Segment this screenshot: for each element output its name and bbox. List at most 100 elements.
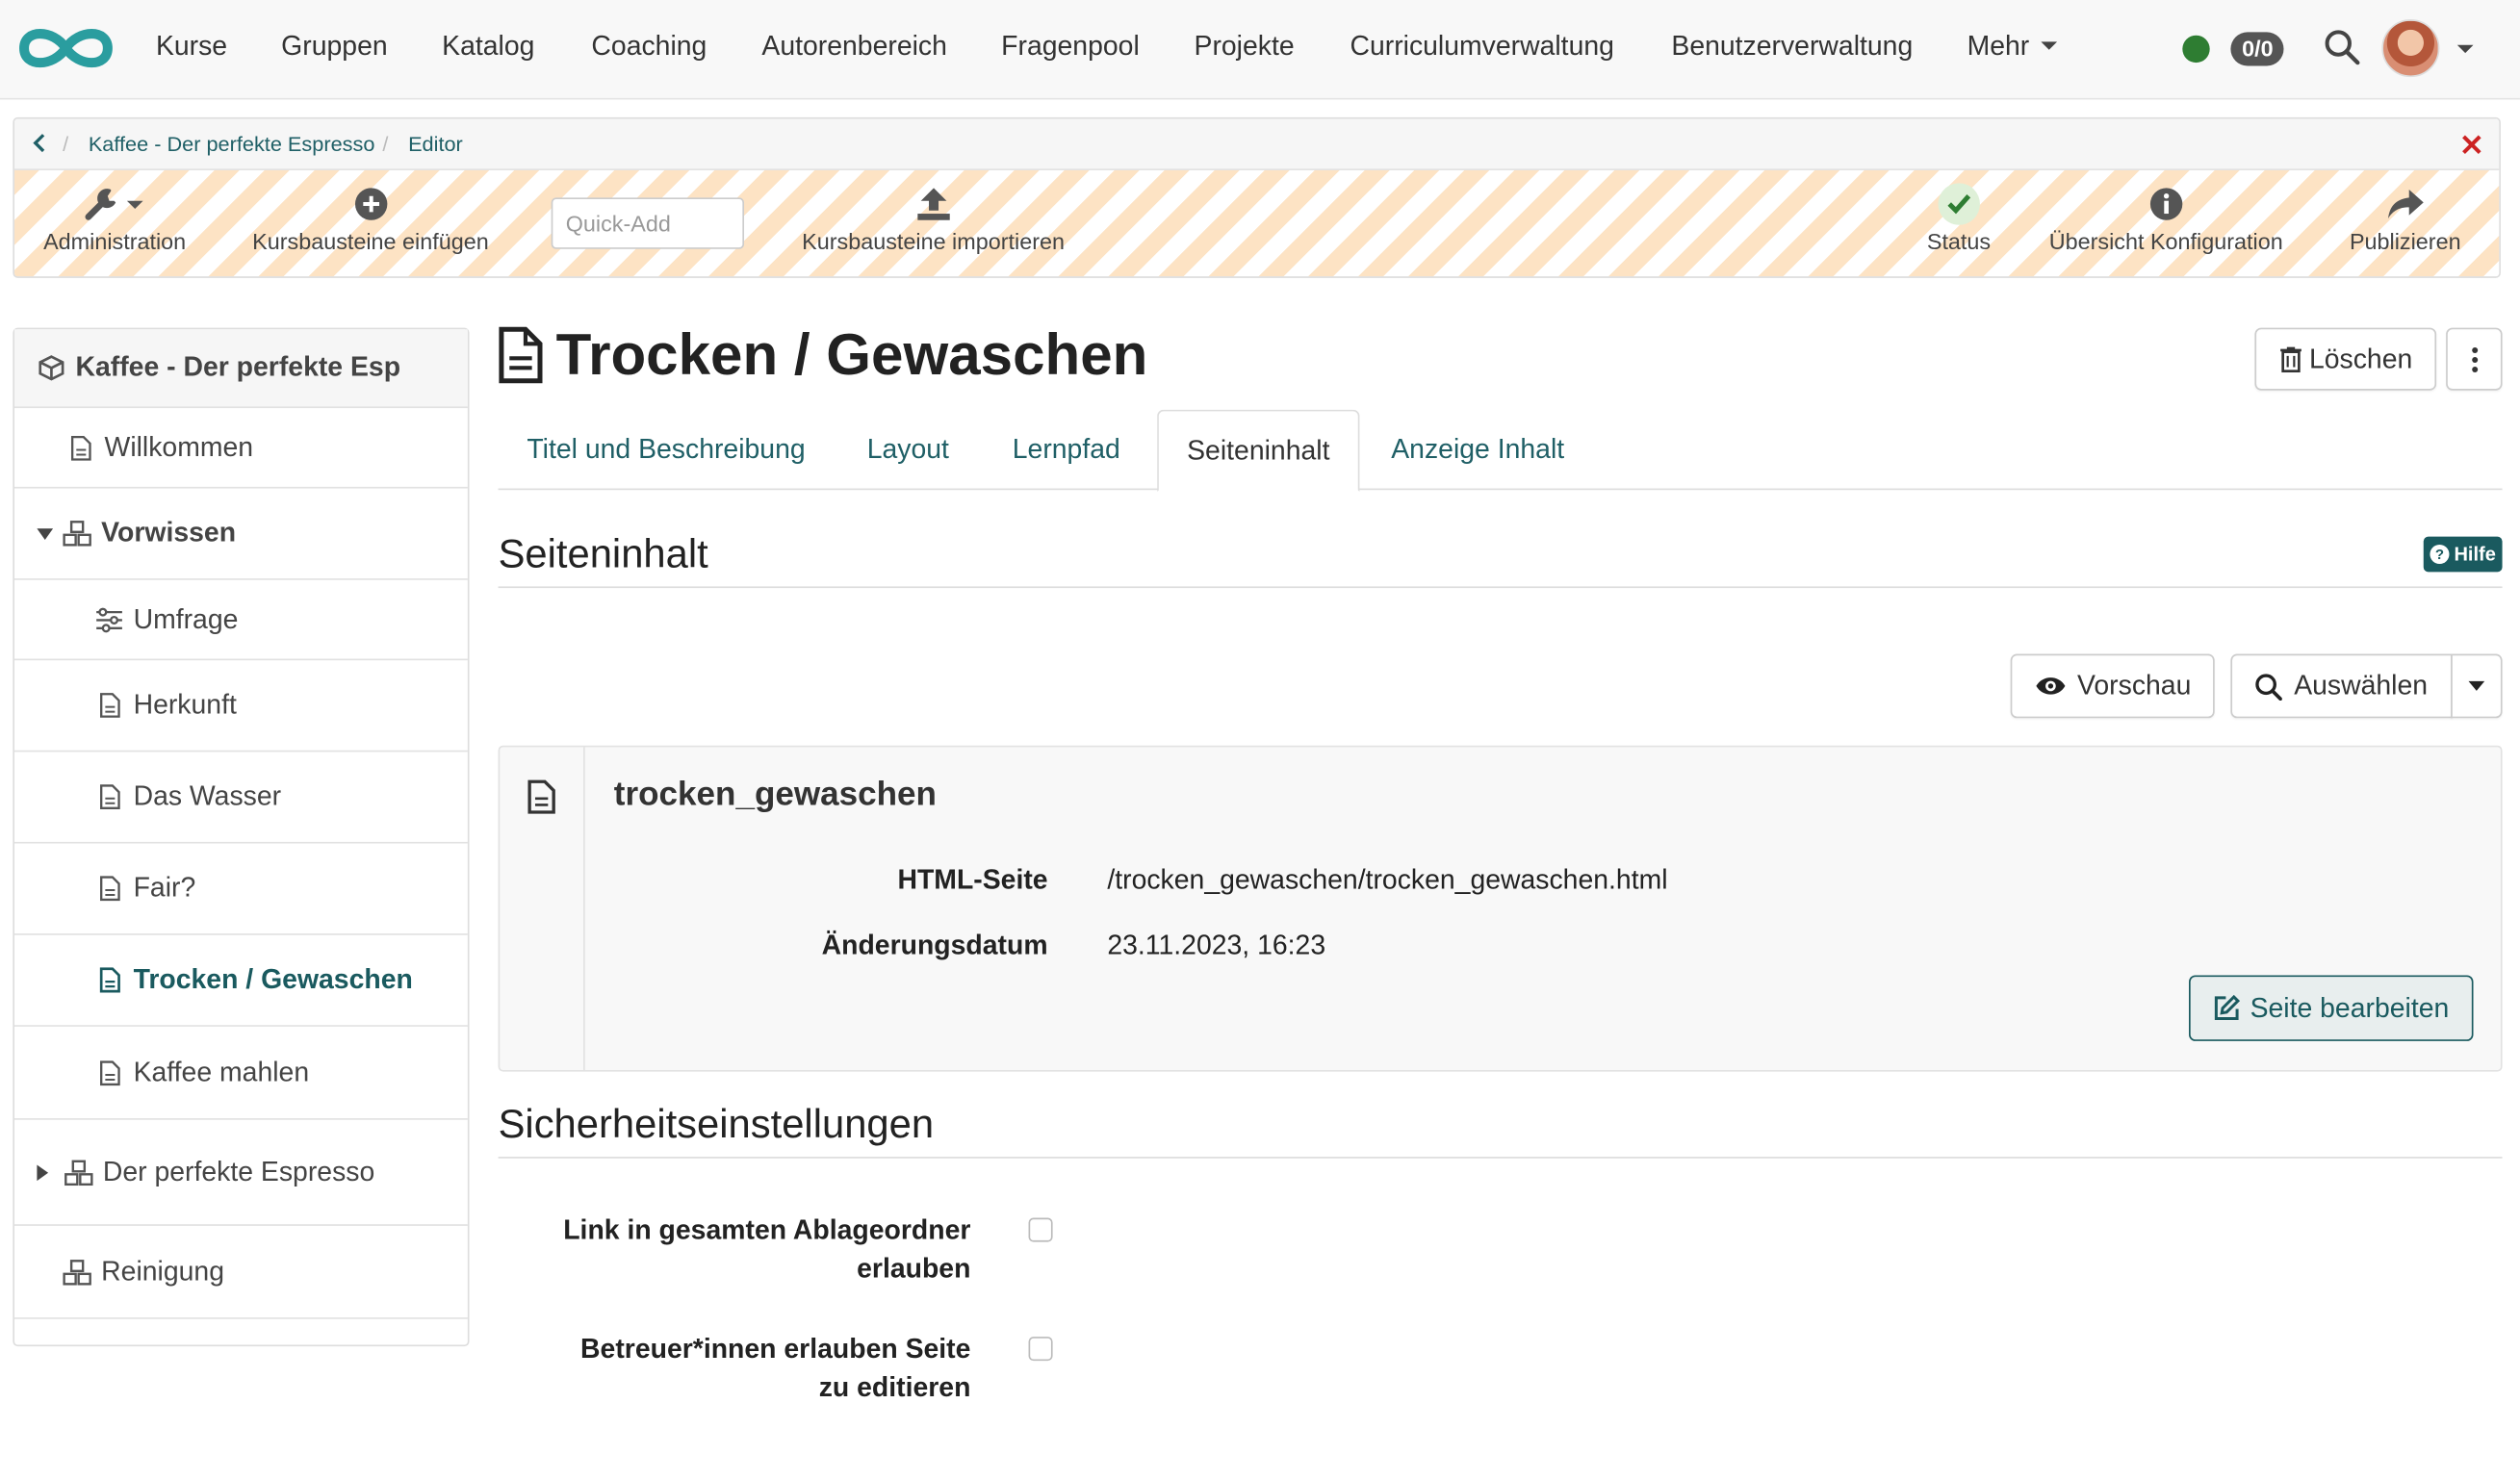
section-heading-security: Sicherheitseinstellungen bbox=[498, 1102, 935, 1148]
tree-item-label: Umfrage bbox=[133, 602, 239, 634]
preview-button[interactable]: Vorschau bbox=[2010, 653, 2215, 719]
nav-benutzerverwaltung[interactable]: Benutzerverwaltung bbox=[1671, 31, 1913, 63]
allow-folder-link-label: Link in gesamten Ablageordner erlauben bbox=[563, 1214, 971, 1285]
tree-item-umfrage[interactable]: Umfrage bbox=[14, 580, 468, 661]
tab-seiteninhalt[interactable]: Seiteninhalt bbox=[1157, 409, 1360, 492]
tree-item-das-wasser[interactable]: Das Wasser bbox=[14, 752, 468, 844]
nav-kurse[interactable]: Kurse bbox=[156, 31, 227, 63]
tab-layout[interactable]: Layout bbox=[840, 410, 975, 490]
nav-mehr[interactable]: Mehr bbox=[1967, 31, 2057, 63]
tree-root-label: Kaffee - Der perfekte Esp bbox=[75, 351, 401, 383]
page-icon bbox=[65, 433, 94, 462]
top-navbar: Kurse Gruppen Katalog Coaching Autorenbe… bbox=[0, 0, 2520, 100]
tree-item-trocken-gewaschen[interactable]: Trocken / Gewaschen bbox=[14, 935, 468, 1027]
page-icon bbox=[499, 326, 543, 384]
allow-folder-link-checkbox[interactable] bbox=[1028, 1217, 1053, 1242]
preview-label: Vorschau bbox=[2077, 670, 2192, 701]
eye-icon bbox=[2035, 677, 2065, 695]
tab-bar: Titel und Beschreibung Layout Lernpfad S… bbox=[498, 409, 2503, 492]
tree-item-herkunft[interactable]: Herkunft bbox=[14, 660, 468, 753]
course-tree-sidebar: Kaffee - Der perfekte Esp Willkommen Vor… bbox=[13, 327, 470, 1347]
tree-item-kaffee-mahlen[interactable]: Kaffee mahlen bbox=[14, 1027, 468, 1120]
file-icon-column bbox=[500, 747, 585, 1070]
tree-item-fair[interactable]: Fair? bbox=[14, 844, 468, 935]
nav-autorenbereich[interactable]: Autorenbereich bbox=[761, 31, 947, 63]
publish-button[interactable]: Publizieren bbox=[2350, 180, 2461, 254]
structure-icon bbox=[63, 519, 91, 548]
collapse-caret-icon[interactable] bbox=[37, 1163, 49, 1181]
tree-item-der-perfekte-espresso[interactable]: Der perfekte Espresso bbox=[14, 1120, 468, 1226]
wrench-icon bbox=[86, 189, 144, 220]
page-icon bbox=[95, 965, 124, 994]
nav-katalog[interactable]: Katalog bbox=[442, 31, 534, 63]
breadcrumb: / Kaffee - Der perfekte Espresso / Edito… bbox=[14, 118, 2500, 170]
course-box-icon bbox=[37, 353, 65, 382]
nav-projekte[interactable]: Projekte bbox=[1195, 31, 1295, 63]
tree-item-reinigung[interactable]: Reinigung bbox=[14, 1226, 468, 1319]
delete-button[interactable]: Löschen bbox=[2254, 327, 2437, 391]
overview-config-button[interactable]: Übersicht Konfiguration bbox=[2049, 180, 2283, 254]
help-label: Hilfe bbox=[2454, 543, 2496, 566]
section-heading-content: Seiteninhalt bbox=[498, 531, 708, 577]
nav-mehr-label: Mehr bbox=[1967, 30, 2030, 62]
breadcrumb-editor-link[interactable]: Editor bbox=[408, 132, 463, 156]
breadcrumb-course-link[interactable]: Kaffee - Der perfekte Espresso bbox=[89, 132, 375, 156]
online-status-icon[interactable] bbox=[2182, 35, 2210, 64]
tree-item-label: Trocken / Gewaschen bbox=[133, 963, 413, 995]
select-button[interactable]: Auswählen bbox=[2230, 653, 2453, 719]
more-actions-button[interactable] bbox=[2446, 327, 2503, 391]
tab-anzeige-inhalt[interactable]: Anzeige Inhalt bbox=[1368, 410, 1588, 490]
close-icon[interactable] bbox=[2460, 134, 2482, 156]
tree-item-label: Willkommen bbox=[104, 431, 254, 463]
import-elements-button[interactable]: Kursbausteine importieren bbox=[802, 180, 1065, 254]
survey-sliders-icon bbox=[95, 605, 124, 634]
question-icon: ? bbox=[2430, 544, 2450, 565]
tree-item-label: Fair? bbox=[133, 872, 196, 904]
app-root: Kurse Gruppen Katalog Coaching Autorenbe… bbox=[0, 0, 2520, 1480]
trash-icon bbox=[2279, 346, 2301, 373]
delete-label: Löschen bbox=[2308, 343, 2413, 374]
search-icon[interactable] bbox=[2323, 27, 2361, 65]
nav-gruppen[interactable]: Gruppen bbox=[281, 31, 387, 63]
chevron-down-icon bbox=[2040, 41, 2057, 50]
select-label: Auswählen bbox=[2294, 670, 2429, 701]
back-chevron-icon[interactable] bbox=[29, 132, 51, 154]
allow-coaches-edit-checkbox[interactable] bbox=[1028, 1337, 1053, 1362]
share-arrow-icon bbox=[2387, 190, 2424, 219]
insert-elements-button[interactable]: Kursbausteine einfügen bbox=[252, 180, 489, 254]
allow-coaches-edit-label: Betreuer*innen erlauben Seite zu editier… bbox=[580, 1333, 971, 1403]
tree-item-willkommen[interactable]: Willkommen bbox=[14, 408, 468, 489]
tree-item-label: Reinigung bbox=[101, 1255, 225, 1287]
expand-caret-icon[interactable] bbox=[37, 527, 54, 540]
administration-button[interactable]: Administration bbox=[43, 180, 186, 254]
edit-page-button[interactable]: Seite bearbeiten bbox=[2188, 975, 2474, 1041]
plus-circle-icon bbox=[354, 188, 387, 220]
nav-coaching[interactable]: Coaching bbox=[591, 31, 707, 63]
administration-label: Administration bbox=[43, 228, 187, 254]
chevron-down-icon bbox=[2468, 680, 2485, 691]
select-dropdown-button[interactable] bbox=[2451, 653, 2503, 719]
import-elements-label: Kursbausteine importieren bbox=[802, 228, 1065, 254]
notification-badge[interactable]: 0/0 bbox=[2230, 32, 2285, 66]
tree-item-label: Kaffee mahlen bbox=[133, 1056, 310, 1087]
upload-icon bbox=[916, 188, 950, 220]
openolat-logo-icon[interactable] bbox=[14, 21, 117, 76]
tree-item-vorwissen[interactable]: Vorwissen bbox=[14, 489, 468, 580]
help-button[interactable]: ? Hilfe bbox=[2423, 536, 2503, 573]
modified-date-label: Änderungsdatum bbox=[821, 930, 1048, 961]
nav-fragenpool[interactable]: Fragenpool bbox=[1001, 31, 1140, 63]
avatar[interactable] bbox=[2381, 19, 2440, 78]
html-page-label: HTML-Seite bbox=[897, 864, 1048, 895]
tree-root[interactable]: Kaffee - Der perfekte Esp bbox=[14, 329, 468, 409]
status-button[interactable]: Status bbox=[1927, 180, 1991, 254]
tab-titel-beschreibung[interactable]: Titel und Beschreibung bbox=[499, 410, 835, 490]
quick-add-input[interactable] bbox=[551, 197, 745, 249]
overview-config-label: Übersicht Konfiguration bbox=[2048, 228, 2283, 254]
user-menu-chevron-icon[interactable] bbox=[2456, 44, 2474, 54]
nav-curriculumverwaltung[interactable]: Curriculumverwaltung bbox=[1350, 31, 1613, 63]
tab-lernpfad[interactable]: Lernpfad bbox=[985, 410, 1147, 490]
check-circle-icon bbox=[1938, 183, 1980, 225]
structure-icon bbox=[64, 1158, 93, 1187]
status-label: Status bbox=[1926, 228, 1992, 254]
page-icon bbox=[95, 691, 124, 720]
